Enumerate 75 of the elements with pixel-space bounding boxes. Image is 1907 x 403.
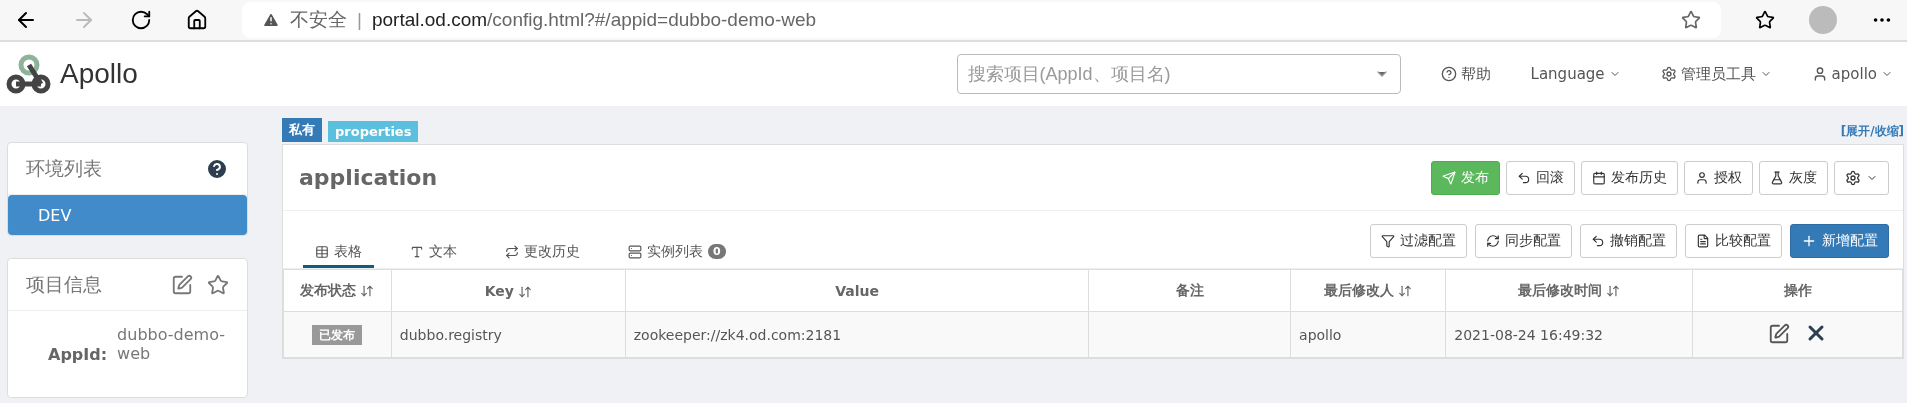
env-item[interactable]: DEV [8,195,247,235]
separator-text: | [357,9,362,31]
nav-link[interactable]: 管理员工具 [1660,64,1772,84]
info-value: dubbo-demo-web [117,325,226,363]
filter-icon [1381,234,1395,248]
logo-text: Apollo [60,58,138,90]
security-label: 不安全 [290,8,347,32]
action-button[interactable]: 授权 [1684,160,1753,195]
action-button[interactable]: 发布历史 [1581,160,1678,195]
sort-icon [517,284,532,299]
view-tab[interactable]: 表格 [303,238,374,268]
namespace-tag: properties [328,121,419,142]
undo-icon [1517,170,1531,185]
action-button[interactable]: 新增配置 [1790,224,1889,258]
nav-link[interactable]: 帮助 [1440,64,1491,84]
send-icon [1442,170,1456,185]
refresh-icon [1486,234,1500,248]
table-cell: dubbo.registry [391,311,626,358]
sort-icon [360,283,375,298]
column-header[interactable]: 最后修改人 [1290,269,1446,312]
url-text: portal.od.com/config.html?#/appid=dubbo-demo-web [371,9,817,31]
sort-icon [1398,283,1413,298]
info-label: AppId: [48,345,108,364]
action-button[interactable]: 过滤配置 [1370,224,1467,258]
action-button[interactable]: 回滚 [1506,160,1575,195]
user-icon [1695,170,1709,185]
swap-icon [505,244,519,259]
sort-icon [1606,283,1621,298]
panel-title: 环境列表 [26,155,102,181]
view-tab[interactable]: 实例列表 0 [616,238,738,268]
document-icon [1696,234,1710,248]
star-icon[interactable] [207,273,229,296]
home-icon[interactable] [186,9,208,31]
settings-icon [1845,169,1861,186]
count-badge: 0 [708,244,726,259]
panel-title: 项目信息 [26,271,102,297]
help-icon [1440,66,1457,82]
flask-icon [1770,170,1784,185]
text-icon [410,244,424,259]
reload-icon[interactable] [130,9,152,31]
namespace-tag: 私有 [282,118,322,142]
action-button[interactable]: 比较配置 [1685,224,1782,258]
column-header[interactable]: 最后修改时间 [1445,269,1693,312]
table-cell: 2021-08-24 16:49:32 [1445,311,1693,358]
column-header: 备注 [1088,269,1291,312]
plus-icon [1801,233,1817,249]
nav-link[interactable]: apollo [1811,65,1893,83]
view-tab[interactable]: 文本 [398,238,469,268]
settings-icon [1660,66,1677,82]
table-cell: apollo [1290,311,1446,358]
column-header: Value [625,269,1089,312]
list-icon [628,244,642,259]
status-label: 已发布 [312,324,363,345]
column-header[interactable]: 发布状态 [283,269,392,312]
edit-icon[interactable] [171,273,193,296]
favorite-icon[interactable] [1681,10,1701,30]
action-button[interactable]: 同步配置 [1475,224,1572,258]
edit-icon[interactable] [1767,323,1790,345]
action-button[interactable]: 撤销配置 [1580,224,1677,258]
logo-icon [6,54,52,94]
undo-icon [1591,234,1605,248]
table-icon [315,244,329,259]
action-button[interactable]: 灰度 [1759,160,1828,195]
warning-icon [262,11,280,29]
settings-button[interactable] [1834,160,1889,195]
calendar-icon [1592,170,1606,185]
view-tab[interactable]: 更改历史 [493,238,592,268]
address-bar[interactable]: 不安全 | portal.od.com/config.html?#/appid=dubbo-demo-web [242,2,1721,38]
nav-link[interactable]: Language [1530,65,1621,83]
column-header[interactable]: Key [391,269,626,312]
toggle-link[interactable]: [展开/收缩] [1840,123,1904,142]
namespace-title: application [299,165,439,190]
table-cell: zookeeper://zk4.od.com:2181 [625,311,1089,358]
column-header: 操作 [1692,269,1903,312]
favorites-icon[interactable] [1755,10,1775,30]
